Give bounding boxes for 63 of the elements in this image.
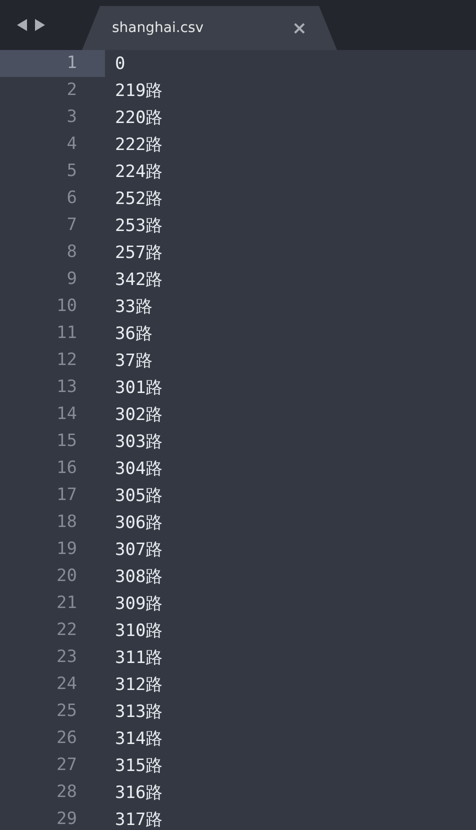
forward-arrow-icon[interactable]	[34, 18, 46, 32]
line-number: 24	[56, 673, 78, 696]
code-line: 308路	[114, 566, 163, 588]
line-number: 27	[56, 754, 78, 777]
line-number: 7	[66, 214, 78, 237]
line-number: 25	[56, 700, 78, 723]
code-line: 302路	[114, 404, 163, 426]
code-line: 220路	[114, 107, 163, 129]
code-line: 314路	[114, 728, 163, 750]
line-number: 18	[56, 511, 78, 534]
line-number: 3	[66, 106, 78, 129]
code-line: 342路	[114, 269, 163, 291]
code-line: 224路	[114, 161, 163, 183]
line-number: 5	[66, 160, 78, 183]
line-number: 12	[56, 349, 78, 372]
line-number: 6	[66, 187, 78, 210]
code-line: 253路	[114, 215, 163, 237]
code-line: 311路	[114, 647, 163, 669]
file-tab[interactable]: shanghai.csv ×	[82, 6, 337, 50]
code-line: 36路	[114, 323, 152, 345]
code-line: 315路	[114, 755, 163, 777]
code-line: 316路	[114, 782, 163, 804]
code-line: 37路	[114, 350, 152, 372]
code-line: 222路	[114, 134, 163, 156]
line-number: 9	[66, 268, 78, 291]
code-line: 317路	[114, 809, 163, 830]
back-arrow-icon[interactable]	[16, 18, 28, 32]
code-line: 257路	[114, 242, 163, 264]
code-line: 309路	[114, 593, 163, 615]
line-number: 17	[56, 484, 78, 507]
close-button[interactable]: ×	[292, 18, 307, 38]
code-line: 312路	[114, 674, 163, 696]
line-number: 26	[56, 727, 78, 750]
line-number: 16	[56, 457, 78, 480]
line-number: 19	[56, 538, 78, 561]
code-line: 303路	[114, 431, 163, 453]
line-number: 29	[56, 808, 78, 830]
line-number: 22	[56, 619, 78, 642]
code-line: 310路	[114, 620, 163, 642]
line-number: 4	[66, 133, 78, 156]
line-number: 8	[66, 241, 78, 264]
line-number: 1	[0, 50, 105, 77]
line-number: 21	[56, 592, 78, 615]
code-line: 252路	[114, 188, 163, 210]
tab-title: shanghai.csv	[112, 20, 204, 36]
code-line: 33路	[114, 296, 152, 318]
line-number: 20	[56, 565, 78, 588]
code-line: 304路	[114, 458, 163, 480]
line-number: 14	[56, 403, 78, 426]
code-line: 313路	[114, 701, 163, 723]
code-line: 219路	[114, 80, 163, 102]
line-number: 28	[56, 781, 78, 804]
code-line: 306路	[114, 512, 163, 534]
line-number: 23	[56, 646, 78, 669]
line-number: 11	[56, 322, 78, 345]
line-number: 2	[66, 79, 78, 102]
line-number: 10	[56, 295, 78, 318]
code-line: 301路	[114, 377, 163, 399]
line-number: 15	[56, 430, 78, 453]
line-number: 13	[56, 376, 78, 399]
code-line: 307路	[114, 539, 163, 561]
code-line: 305路	[114, 485, 163, 507]
code-line: 0	[114, 54, 126, 74]
